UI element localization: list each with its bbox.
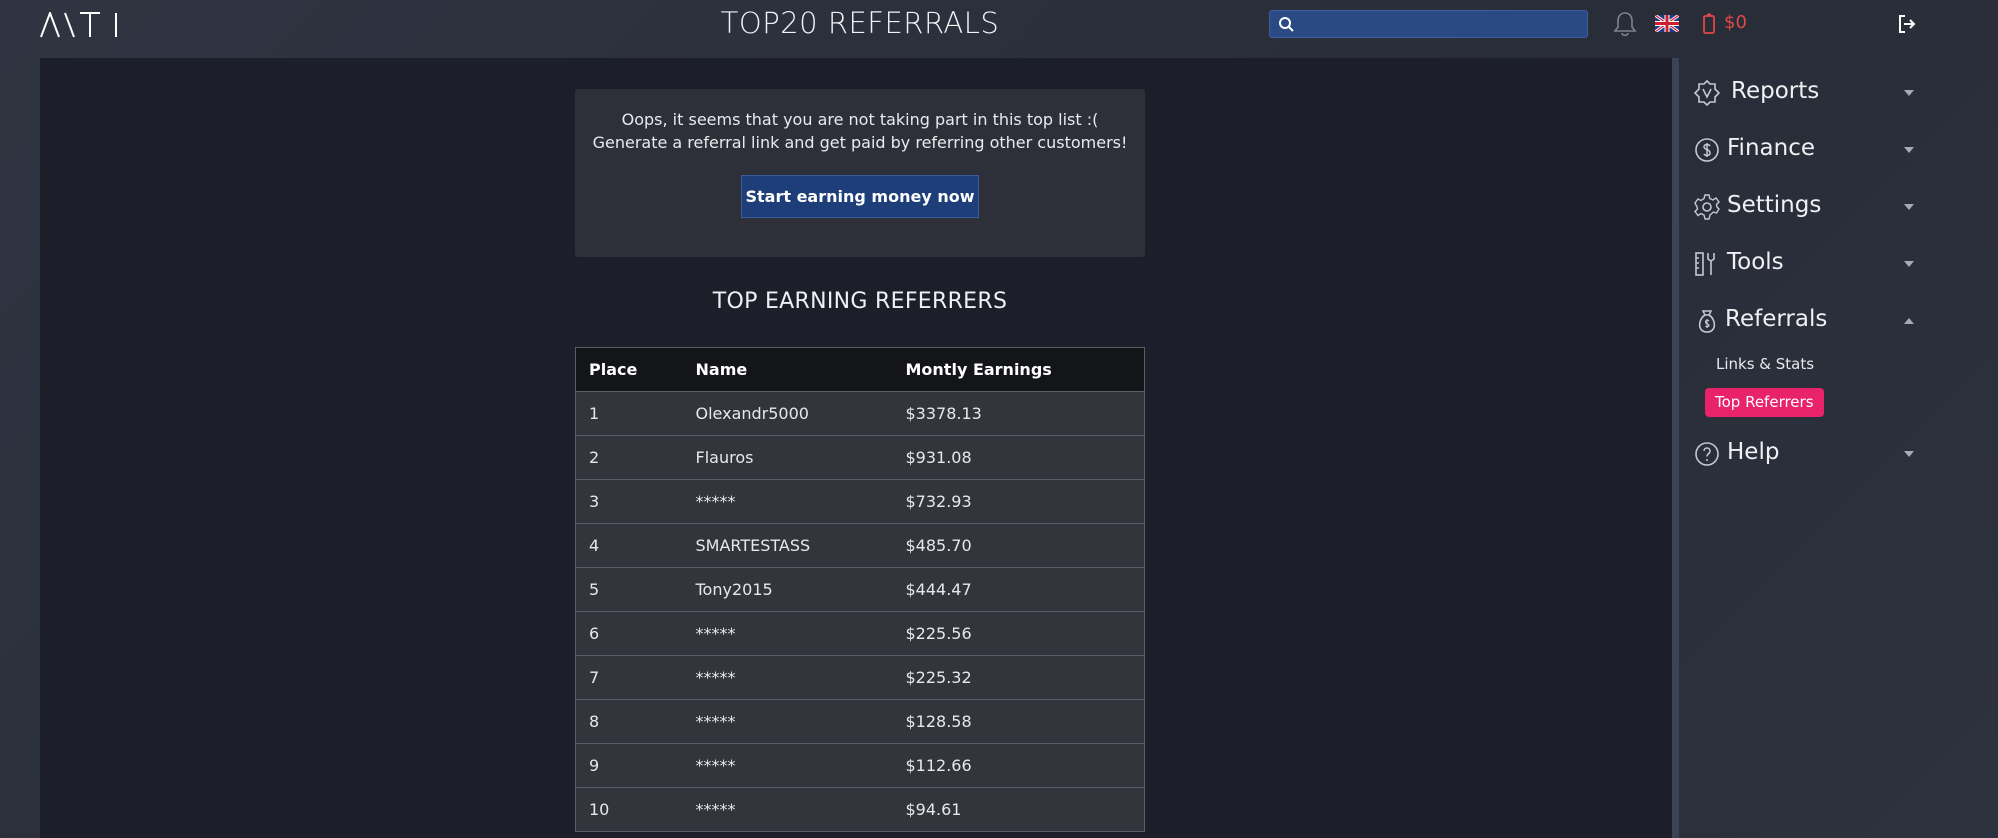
table-row: 7 ***** $225.32 [575,655,1145,700]
table-row: 1 Olexandr5000 $3378.13 [575,391,1145,436]
notice-message-secondary: Generate a referral link and get paid by… [592,133,1128,152]
table-row: 3 ***** $732.93 [575,479,1145,524]
table-header-row: Place Name Montly Earnings [575,347,1145,392]
sidebar-item-label: Help [1727,439,1780,465]
sidebar-item-label: Referrals [1725,306,1828,332]
sidebar-item-settings[interactable]: Settings [1694,186,1924,226]
bell-icon[interactable] [1612,10,1638,38]
sidebar-item-label: Reports [1731,78,1820,104]
money-bag-icon [1698,310,1716,333]
cell-name: ***** [682,655,893,700]
cell-place: 2 [575,435,683,480]
tools-icon [1695,252,1715,276]
section-title: TOP EARNING REFERRERS [712,289,1008,314]
cell-place: 3 [575,479,683,524]
cell-name: ***** [682,479,893,524]
table-row: 9 ***** $112.66 [575,743,1145,788]
cell-name: ***** [682,743,893,788]
sidebar-divider [1672,58,1679,838]
cell-place: 7 [575,655,683,700]
cell-place: 5 [575,567,683,612]
table-row: 2 Flauros $931.08 [575,435,1145,480]
column-header-place: Place [575,347,683,392]
table-row: 5 Tony2015 $444.47 [575,567,1145,612]
balance-amount[interactable]: $0 [1724,12,1747,33]
cell-earnings: $225.32 [892,655,1145,700]
sidebar-item-help[interactable]: Help [1694,433,1924,473]
cell-name: Tony2015 [682,567,893,612]
chevron-down-icon [1904,204,1914,210]
dollar-icon [1695,138,1719,162]
reports-icon [1694,80,1720,106]
cell-place: 10 [575,787,683,832]
cell-earnings: $128.58 [892,699,1145,744]
page-title: TOP20 REFERRALS [720,6,1000,40]
sidebar-item-tools[interactable]: Tools [1694,243,1924,283]
cell-earnings: $112.66 [892,743,1145,788]
notice-card: Oops, it seems that you are not taking p… [575,89,1145,257]
sidebar-subitem-top-referrers[interactable]: Top Referrers [1705,388,1824,417]
sidebar-item-label: Settings [1727,192,1822,218]
cell-place: 6 [575,611,683,656]
cell-name: ***** [682,787,893,832]
cell-place: 9 [575,743,683,788]
uk-flag-icon[interactable] [1655,15,1679,32]
sidebar-subitem-links-stats[interactable]: Links & Stats [1716,355,1814,373]
sidebar-item-label: Tools [1727,249,1784,275]
sidebar-item-referrals[interactable]: Referrals [1694,300,1924,340]
battery-icon[interactable] [1703,13,1715,34]
cell-name: SMARTESTASS [682,523,893,568]
top-header: TOP20 REFERRALS $0 [0,0,1998,58]
chevron-down-icon [1904,90,1914,96]
start-earning-button[interactable]: Start earning money now [741,175,979,218]
chevron-down-icon [1904,147,1914,153]
cell-earnings: $94.61 [892,787,1145,832]
sidebar-item-label: Finance [1727,135,1815,161]
cell-place: 1 [575,391,683,436]
search-input[interactable] [1269,10,1588,38]
cell-name: Olexandr5000 [682,391,893,436]
column-header-earnings: Montly Earnings [892,347,1145,392]
cell-earnings: $3378.13 [892,391,1145,436]
gear-icon [1694,194,1720,220]
logo[interactable] [40,12,122,38]
chevron-up-icon [1904,318,1914,324]
chevron-down-icon [1904,451,1914,457]
cell-earnings: $444.47 [892,567,1145,612]
search-icon [1279,17,1294,32]
top-referrers-table: Place Name Montly Earnings 1 Olexandr500… [575,347,1145,832]
notice-message: Oops, it seems that you are not taking p… [621,110,1099,129]
cell-place: 8 [575,699,683,744]
table-row: 8 ***** $128.58 [575,699,1145,744]
column-header-name: Name [682,347,893,392]
cell-earnings: $485.70 [892,523,1145,568]
sidebar-item-finance[interactable]: Finance [1694,129,1924,169]
sidebar-item-reports[interactable]: Reports [1694,72,1924,112]
logout-icon[interactable] [1897,14,1917,34]
table-row: 10 ***** $94.61 [575,787,1145,832]
cell-place: 4 [575,523,683,568]
cell-earnings: $931.08 [892,435,1145,480]
cell-name: ***** [682,611,893,656]
help-icon [1695,442,1719,466]
main-content: Oops, it seems that you are not taking p… [40,58,1672,838]
table-row: 6 ***** $225.56 [575,611,1145,656]
cell-name: Flauros [682,435,893,480]
chevron-down-icon [1904,261,1914,267]
cell-earnings: $732.93 [892,479,1145,524]
table-row: 4 SMARTESTASS $485.70 [575,523,1145,568]
cell-earnings: $225.56 [892,611,1145,656]
cell-name: ***** [682,699,893,744]
